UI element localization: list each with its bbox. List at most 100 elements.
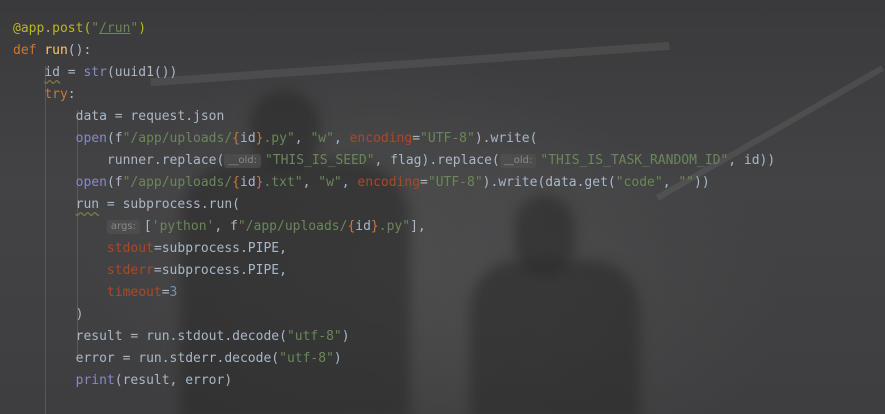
code-token: "THIS_IS_SEED" [264,153,375,168]
code-editor[interactable]: @app.post("/run") def run(): id = str(uui… [0,18,885,392]
code-line[interactable]: open(f"/app/uploads/{id}.py", "w", encod… [0,128,885,150]
code-token: =subprocess.PIPE, [153,241,287,256]
code-token: timeout [106,285,162,300]
code-token: id [355,219,371,234]
code-line[interactable]: def run(): [0,40,885,62]
code-token: = [412,131,421,146]
code-token: "w" [310,131,334,146]
code-token: stderr [106,263,154,278]
code-token: 'python' [151,219,215,234]
code-token: ) [333,351,342,366]
code-token: (f [106,131,123,146]
code-token: 3 [169,285,178,300]
code-token: "code" [615,175,663,190]
code-token: (result, error) [114,373,233,388]
code-token: ).write( [474,131,538,146]
code-token: "UTF-8" [420,131,475,146]
code-token: run [44,43,68,58]
code-token: "/app/uploads/ [237,219,348,234]
code-line[interactable]: stderr=subprocess.PIPE, [0,260,885,282]
code-token: open [75,131,107,146]
code-token: encoding [349,131,413,146]
code-token: , [341,175,358,190]
code-token: .txt" [263,175,303,190]
code-token: print [75,373,115,388]
code-token: = [420,175,428,190]
code-token: : [67,87,76,102]
code-token: ).write(data.get( [482,175,616,190]
code-token: open [75,175,107,190]
code-token: ) [138,21,147,36]
code-token: .py" [378,219,411,234]
code-token: } [370,219,379,234]
code-token: "utf-8" [279,351,334,366]
code-token: "utf-8" [286,329,342,344]
code-token: (f [106,175,123,190]
code-token: , [333,131,350,146]
code-token: , [302,175,319,190]
code-token: @app.post( [13,21,92,36]
code-token: id [44,65,60,80]
code-line[interactable]: error = run.stderr.decode("utf-8") [0,348,885,370]
code-line[interactable]: runner.replace(__old: "THIS_IS_SEED", fla… [0,150,885,172]
code-token: str [83,65,107,80]
code-token: result = run.stdout.decode( [75,329,287,344]
code-token: runner.replace( [106,153,225,168]
code-token: (): [67,43,92,58]
code-token: error = run.stderr.decode( [75,351,280,366]
code-token: "" [678,175,695,190]
code-token: { [232,175,240,190]
code-line[interactable]: @app.post("/run") [0,18,885,40]
code-token: "UTF-8" [427,175,483,190]
code-line[interactable]: args: ['python', f"/app/uploads/{id}.py"]… [0,216,885,238]
code-token: = subprocess.run( [99,197,240,212]
code-token: = [59,65,84,80]
code-line[interactable]: ) [0,304,885,326]
code-token: id [240,131,256,146]
code-line[interactable]: id = str(uuid1()) [0,62,885,84]
code-token: , [662,175,679,190]
code-token: ) [341,329,350,344]
code-token: , flag).replace( [374,153,500,168]
code-token: stdout [106,241,154,256]
code-token: [ [143,219,152,234]
code-token: , [294,131,311,146]
code-token: = [161,285,170,300]
code-line[interactable]: print(result, error) [0,370,885,392]
code-token: id [240,175,256,190]
code-token: ], [410,219,426,234]
code-token: def [13,43,45,58]
code-token: data = request.json [75,109,225,124]
code-token: , f [214,219,238,234]
code-line[interactable]: timeout=3 [0,282,885,304]
parameter-hint: __old: [224,154,261,168]
code-token: "w" [318,175,342,190]
code-token: try [44,87,68,102]
code-line[interactable]: try: [0,84,885,106]
code-line[interactable]: open(f"/app/uploads/{id}.txt", "w", enco… [0,172,885,194]
parameter-hint: __old: [499,154,537,168]
code-token: "/app/uploads/ [122,175,233,190]
code-line[interactable]: data = request.json [0,106,885,128]
code-token: )) [694,175,710,190]
code-token: =subprocess.PIPE, [153,263,287,278]
code-line[interactable]: result = run.stdout.decode("utf-8") [0,326,885,348]
code-token: , id)) [728,153,776,168]
code-token: "THIS_IS_TASK_RANDOM_ID" [540,153,729,168]
code-line[interactable]: stdout=subprocess.PIPE, [0,238,885,260]
code-line[interactable]: run = subprocess.run( [0,194,885,216]
code-token: encoding [357,175,421,190]
